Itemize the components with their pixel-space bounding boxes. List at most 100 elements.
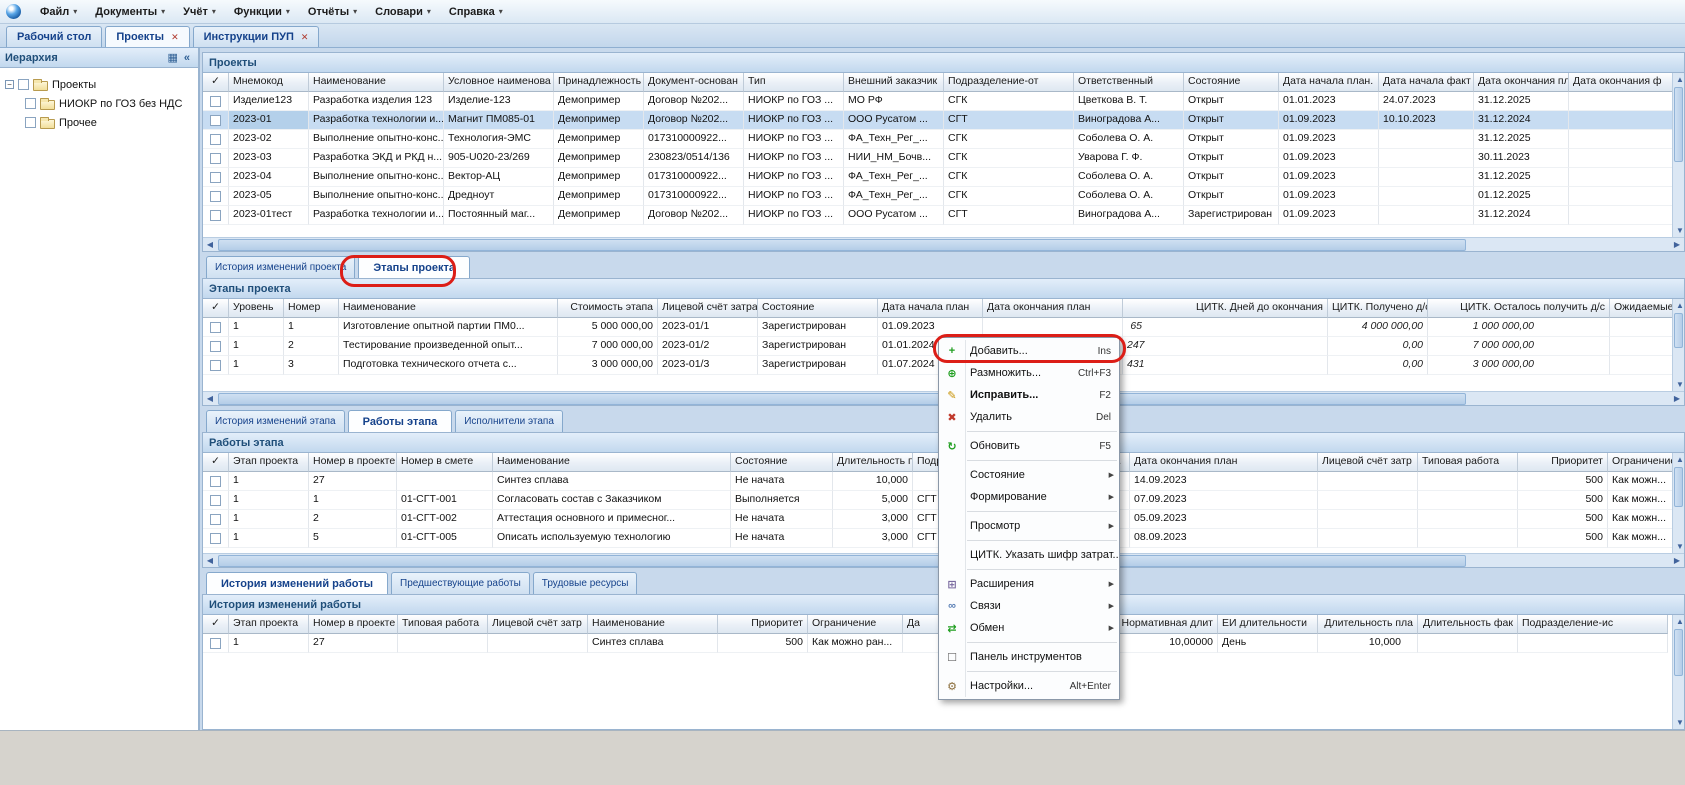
scroll-left-icon[interactable]: ◀ (203, 554, 217, 567)
row-select-cell[interactable] (203, 149, 229, 168)
column-header[interactable]: Ограничение (1608, 453, 1672, 472)
column-header[interactable]: Типовая работа (398, 615, 488, 634)
collapse-sidebar-icon[interactable]: « (181, 52, 193, 64)
column-header[interactable]: Типовая работа (1418, 453, 1518, 472)
row-select-cell[interactable] (203, 634, 229, 653)
window-tab[interactable]: Рабочий стол (6, 26, 102, 47)
column-header[interactable]: Состояние (1184, 73, 1279, 92)
scroll-track[interactable] (1673, 629, 1684, 715)
row-checkbox[interactable] (210, 172, 221, 183)
tree-checkbox[interactable] (18, 79, 29, 90)
row-checkbox[interactable] (210, 638, 221, 649)
tree-item[interactable]: Прочее (5, 113, 193, 132)
table-row[interactable]: 2023-01тестРазработка технологии и...Пос… (203, 206, 1672, 225)
scroll-thumb[interactable] (218, 393, 1466, 405)
column-header[interactable]: Номер в смете (397, 453, 493, 472)
table-row[interactable]: 2023-03Разработка ЭКД и РКД н...905-U020… (203, 149, 1672, 168)
vertical-scrollbar[interactable]: ▲▼ (1672, 453, 1684, 553)
row-checkbox[interactable] (210, 153, 221, 164)
menu-item[interactable]: +Добавить...Ins (939, 340, 1119, 362)
vertical-scrollbar[interactable]: ▲▼ (1672, 615, 1684, 729)
column-header[interactable]: Уровень (229, 299, 284, 318)
scroll-thumb[interactable] (1674, 467, 1683, 507)
menubar-item[interactable]: Документы▾ (86, 3, 174, 21)
column-header[interactable]: Лицевой счёт затр (488, 615, 588, 634)
row-checkbox[interactable] (210, 341, 221, 352)
column-header[interactable]: ✓ (203, 299, 229, 318)
menu-item[interactable]: ↻ОбновитьF5 (939, 435, 1119, 457)
column-header[interactable]: Дата начала план. (1279, 73, 1379, 92)
scroll-right-icon[interactable]: ▶ (1670, 238, 1684, 251)
column-header[interactable]: Условное наименова (444, 73, 554, 92)
column-header[interactable]: Дата окончания ф (1569, 73, 1672, 92)
column-header[interactable]: Номер в проекте (309, 615, 398, 634)
column-header[interactable]: Документ-основан (644, 73, 744, 92)
column-header[interactable]: Дата начала план (878, 299, 983, 318)
tab[interactable]: Предшествующие работы (391, 572, 530, 594)
scroll-track[interactable] (1673, 313, 1684, 377)
column-header[interactable]: Лицевой счёт затр (1318, 453, 1418, 472)
column-header[interactable]: Ответственный (1074, 73, 1184, 92)
menubar-item[interactable]: Справка▾ (440, 3, 512, 21)
vertical-scrollbar[interactable]: ▲▼ (1672, 299, 1684, 391)
column-header[interactable]: Ожидаемые (1610, 299, 1672, 318)
column-header[interactable]: Приоритет (1518, 453, 1608, 472)
column-header[interactable]: ✓ (203, 453, 229, 472)
column-header[interactable]: Ограничение (808, 615, 903, 634)
table-row[interactable]: 11Изготовление опытной партии ПМ0...5 00… (203, 318, 1672, 337)
scroll-track[interactable] (218, 239, 1669, 251)
row-checkbox[interactable] (210, 115, 221, 126)
column-header[interactable]: Принадлежность (554, 73, 644, 92)
column-header[interactable]: Да (903, 615, 941, 634)
column-header[interactable]: Подразделение-от (944, 73, 1074, 92)
column-header[interactable]: Наименование (339, 299, 558, 318)
window-tab[interactable]: Инструкции ПУП✕ (193, 26, 320, 47)
menu-item[interactable]: ∞Связи▶ (939, 595, 1119, 617)
tab[interactable]: История изменений этапа (206, 410, 345, 432)
menu-item[interactable]: ✎Исправить...F2 (939, 384, 1119, 406)
row-select-cell[interactable] (203, 130, 229, 149)
scroll-thumb[interactable] (1674, 313, 1683, 348)
menubar-item[interactable]: Словари▾ (366, 3, 440, 21)
column-header[interactable]: Номер в проекте (309, 453, 397, 472)
scroll-down-icon[interactable]: ▼ (1673, 540, 1685, 553)
column-header[interactable]: Подразделение-ис (1518, 615, 1668, 634)
column-header[interactable]: ✓ (203, 615, 229, 634)
column-header[interactable]: Дата начала факт (1379, 73, 1474, 92)
menubar-item[interactable]: Учёт▾ (174, 3, 225, 21)
column-header[interactable]: Состояние (731, 453, 833, 472)
row-checkbox[interactable] (210, 514, 221, 525)
row-select-cell[interactable] (203, 168, 229, 187)
row-checkbox[interactable] (210, 360, 221, 371)
table-row[interactable]: 2023-05Выполнение опытно-конс...Дредноут… (203, 187, 1672, 206)
tree-item[interactable]: −Проекты (5, 75, 193, 94)
menu-item[interactable]: ✖УдалитьDel (939, 406, 1119, 428)
column-header[interactable]: Наименование (588, 615, 718, 634)
grid-view-icon[interactable]: ▦ (164, 51, 180, 64)
row-checkbox[interactable] (210, 322, 221, 333)
menubar-item[interactable]: Файл▾ (31, 3, 86, 21)
column-header[interactable]: Этап проекта (229, 453, 309, 472)
tree-expander-icon[interactable]: − (5, 80, 14, 89)
scroll-right-icon[interactable]: ▶ (1670, 392, 1684, 405)
column-header[interactable]: ЦИТК. Получено д/с (1328, 299, 1428, 318)
row-select-cell[interactable] (203, 491, 229, 510)
scroll-down-icon[interactable]: ▼ (1673, 716, 1685, 729)
menubar-item[interactable]: Отчёты▾ (299, 3, 366, 21)
table-row[interactable]: 2023-02Выполнение опытно-конс...Технолог… (203, 130, 1672, 149)
window-tab[interactable]: Проекты✕ (105, 26, 189, 47)
column-header[interactable]: Номер (284, 299, 339, 318)
tab[interactable]: Этапы проекта (358, 256, 470, 278)
scroll-thumb[interactable] (218, 555, 1466, 567)
scroll-up-icon[interactable]: ▲ (1673, 299, 1685, 312)
menu-item[interactable]: Просмотр▶ (939, 515, 1119, 537)
row-select-cell[interactable] (203, 510, 229, 529)
menu-item[interactable]: Формирование▶ (939, 486, 1119, 508)
tab[interactable]: История изменений проекта (206, 256, 355, 278)
scroll-up-icon[interactable]: ▲ (1673, 73, 1685, 86)
tab[interactable]: История изменений работы (206, 572, 388, 594)
row-select-cell[interactable] (203, 337, 229, 356)
column-header[interactable]: Приоритет (718, 615, 808, 634)
tab[interactable]: Работы этапа (348, 410, 453, 432)
menu-item[interactable]: ⚙Настройки...Alt+Enter (939, 675, 1119, 697)
